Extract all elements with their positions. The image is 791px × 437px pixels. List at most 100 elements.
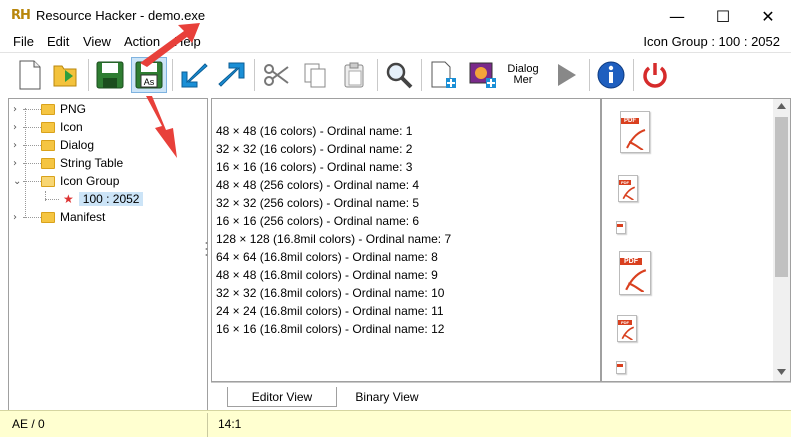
star-resource-icon: ★ (63, 192, 74, 206)
find-button[interactable] (381, 57, 417, 93)
new-file-button[interactable] (12, 57, 48, 93)
tree-item-icon[interactable]: › Icon (13, 118, 83, 136)
editor-line: 16 × 16 (256 colors) - Ordinal name: 6 (216, 214, 420, 228)
editor-line: 48 × 48 (16 colors) - Ordinal name: 1 (216, 124, 413, 138)
pdf-icon: PDF (617, 315, 637, 342)
menu-action[interactable]: Action (124, 34, 160, 49)
tree-connector (23, 163, 41, 164)
folder-icon (41, 103, 55, 115)
scrollbar-thumb[interactable] (775, 117, 788, 277)
tree-item-manifest[interactable]: › Manifest (13, 208, 105, 226)
pdf-icon (616, 221, 626, 234)
scroll-up-icon[interactable] (777, 103, 786, 109)
copy-icon (304, 63, 326, 88)
menu-edit[interactable]: Edit (47, 34, 69, 49)
open-folder-icon (53, 65, 77, 87)
export-button[interactable] (214, 57, 250, 93)
editor-line: 128 × 128 (16.8mil colors) - Ordinal nam… (216, 232, 452, 246)
maximize-button[interactable]: ☐ (700, 0, 746, 32)
folder-icon (41, 139, 55, 151)
info-icon (597, 61, 625, 89)
pdf-icon: PDF (618, 175, 638, 202)
add-blank-resource-icon (431, 61, 456, 88)
add-image-resource-button[interactable] (465, 57, 501, 93)
new-file-icon (19, 60, 41, 90)
tree-connector (45, 199, 59, 200)
status-divider (207, 413, 208, 437)
paste-button[interactable] (336, 57, 372, 93)
pdf-icon (616, 361, 626, 374)
save-icon (96, 61, 124, 89)
editor-line: 16 × 16 (16.8mil colors) - Ordinal name:… (216, 322, 445, 336)
expand-arrow-icon[interactable]: › (13, 212, 23, 223)
minimize-button[interactable]: — (654, 0, 700, 32)
tree-connector (23, 181, 41, 182)
dialog-menu-editor-button[interactable]: Dialog Mer (503, 57, 543, 93)
editor-line: 32 × 32 (16.8mil colors) - Ordinal name:… (216, 286, 445, 300)
status-encoding: AE / 0 (12, 417, 45, 431)
toolbar-separator (88, 59, 89, 91)
exit-button[interactable] (637, 57, 673, 93)
magnifier-icon (386, 62, 413, 89)
tree-item-icon-group[interactable]: ⌄ Icon Group (13, 172, 119, 190)
save-as-button[interactable]: As (131, 57, 167, 93)
tree-label-icon: Icon (60, 120, 83, 134)
tree-label-icon-group: Icon Group (60, 174, 120, 188)
add-image-icon (469, 62, 496, 88)
icon-preview-pane[interactable]: PDF PDF PDF PDF (601, 98, 791, 382)
open-folder-star-icon (41, 175, 55, 187)
compile-run-button[interactable] (548, 57, 584, 93)
tree-connector (23, 127, 41, 128)
tree-item-string-table[interactable]: › String Table (13, 154, 123, 172)
save-button[interactable] (92, 57, 128, 93)
preview-scrollbar[interactable] (773, 99, 790, 381)
editor-line: 32 × 32 (16 colors) - Ordinal name: 2 (216, 142, 413, 156)
open-file-button[interactable] (48, 57, 84, 93)
play-icon (558, 64, 576, 86)
menu-view[interactable]: View (83, 34, 111, 49)
toolbar-separator (633, 59, 634, 91)
editor-pane[interactable]: 48 × 48 (16 colors) - Ordinal name: 1 32… (211, 98, 601, 382)
toolbar-separator (254, 59, 255, 91)
tree-item-png[interactable]: › PNG (13, 100, 86, 118)
tree-label-png: PNG (60, 102, 87, 116)
tree-item-100-2052[interactable]: ★ 100 : 2052 (45, 190, 144, 208)
menu-help[interactable]: Help (174, 34, 201, 49)
about-button[interactable] (593, 57, 629, 93)
resource-tree[interactable]: › PNG › Icon › Dialog › String Table ⌄ I… (8, 98, 208, 412)
close-button[interactable]: ✕ (745, 0, 791, 32)
copy-button[interactable] (297, 57, 333, 93)
tree-label-string-table: String Table (60, 156, 124, 170)
collapse-arrow-icon[interactable]: ⌄ (13, 176, 23, 187)
svg-text:As: As (144, 77, 155, 87)
app-logo-icon: RH (11, 8, 31, 23)
toolbar: As Dialog Mer (0, 52, 791, 98)
title-bar: RH Resource Hacker - demo.exe — ☐ ✕ (0, 0, 791, 32)
add-resource-button[interactable] (425, 57, 461, 93)
status-bar: AE / 0 14:1 (0, 410, 791, 437)
folder-star-icon (41, 121, 55, 133)
pdf-icon: PDF (619, 251, 651, 295)
expand-arrow-icon[interactable]: › (13, 104, 23, 115)
editor-line: 48 × 48 (16.8mil colors) - Ordinal name:… (216, 268, 438, 282)
scissors-icon (264, 64, 289, 86)
pane-splitter[interactable] (205, 240, 208, 258)
tree-label-100-2052: 100 : 2052 (78, 192, 144, 206)
expand-arrow-icon[interactable]: › (13, 140, 23, 151)
window-title: Resource Hacker - demo.exe (36, 8, 206, 23)
tab-label: Binary View (355, 390, 419, 404)
power-icon (643, 63, 667, 88)
toolbar-separator (589, 59, 590, 91)
cut-button[interactable] (258, 57, 294, 93)
save-as-icon: As (135, 61, 163, 89)
tab-binary-view[interactable]: Binary View (339, 387, 435, 407)
tab-editor-view[interactable]: Editor View (227, 387, 337, 407)
expand-arrow-icon[interactable]: › (13, 122, 23, 133)
scroll-down-icon[interactable] (777, 369, 786, 375)
status-cursor-position: 14:1 (218, 417, 242, 431)
import-button[interactable] (176, 57, 212, 93)
tree-item-dialog[interactable]: › Dialog (13, 136, 94, 154)
expand-arrow-icon[interactable]: › (13, 158, 23, 169)
tree-connector (23, 145, 41, 146)
menu-file[interactable]: File (13, 34, 34, 49)
